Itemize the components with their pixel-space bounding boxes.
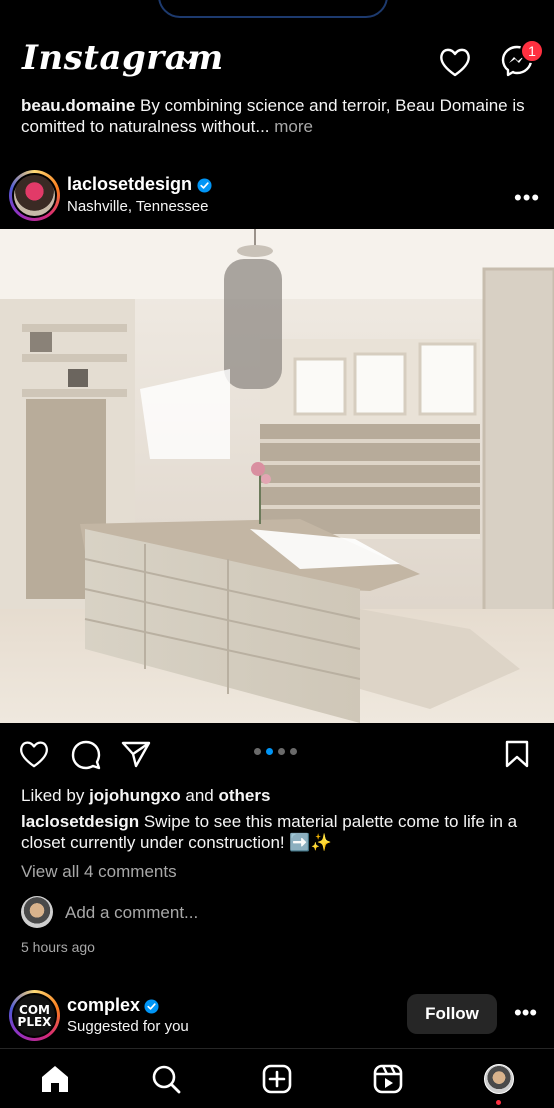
home-icon[interactable] <box>39 1063 71 1095</box>
notification-badge: 1 <box>520 39 544 63</box>
suggested-subtitle: Suggested for you <box>67 1018 189 1035</box>
add-comment-input[interactable]: Add a comment... <box>65 903 198 923</box>
create-icon[interactable] <box>261 1063 293 1095</box>
post-username[interactable]: laclosetdesign <box>67 174 192 195</box>
reels-icon[interactable] <box>372 1063 404 1095</box>
heart-icon[interactable] <box>438 46 472 78</box>
carousel-dot <box>290 748 297 755</box>
post-header: laclosetdesign Nashville, Tennessee ••• <box>0 168 554 224</box>
carousel-dot <box>278 748 285 755</box>
more-link[interactable]: more <box>274 117 313 136</box>
add-comment-row[interactable]: Add a comment... <box>21 896 541 930</box>
avatar <box>14 175 55 216</box>
bookmark-icon[interactable] <box>504 739 530 769</box>
post-image[interactable] <box>0 229 554 723</box>
like-heart-icon[interactable] <box>18 739 50 769</box>
search-icon[interactable] <box>150 1063 182 1095</box>
likes-summary[interactable]: Liked by jojohungxo and others <box>21 786 270 806</box>
liked-by-and: and <box>185 786 214 805</box>
device-notch <box>158 0 388 18</box>
view-comments-link[interactable]: View all 4 comments <box>21 862 177 882</box>
liked-by-others[interactable]: others <box>219 786 271 805</box>
comment-icon[interactable] <box>70 739 102 771</box>
verified-badge-icon <box>144 999 159 1014</box>
complex-logo: COM PLEX <box>14 995 55 1036</box>
suggested-username[interactable]: complex <box>67 995 140 1016</box>
story-ring[interactable]: COM PLEX <box>9 990 60 1041</box>
bottom-nav <box>0 1048 554 1108</box>
top-bar: Instagram 1 <box>0 30 554 94</box>
post-actions <box>0 735 554 775</box>
profile-avatar[interactable] <box>484 1064 514 1094</box>
liked-by-prefix: Liked by <box>21 786 85 805</box>
follow-button[interactable]: Follow <box>407 994 497 1034</box>
post-location[interactable]: Nashville, Tennessee <box>67 198 208 215</box>
carousel-dot-active <box>266 748 273 755</box>
previous-post-caption: beau.domaine By combining science and te… <box>21 95 541 137</box>
post-caption: laclosetdesign Swipe to see this materia… <box>21 811 541 853</box>
previous-post-username[interactable]: beau.domaine <box>21 96 135 115</box>
share-icon[interactable] <box>120 739 152 769</box>
carousel-indicator <box>254 748 297 755</box>
more-options-icon[interactable]: ••• <box>514 1000 537 1026</box>
more-options-icon[interactable]: ••• <box>514 185 540 211</box>
carousel-dot <box>254 748 261 755</box>
liked-by-user[interactable]: jojohungxo <box>89 786 181 805</box>
caption-username[interactable]: laclosetdesign <box>21 812 139 831</box>
post-timestamp: 5 hours ago <box>21 939 95 955</box>
current-user-avatar <box>21 896 53 928</box>
story-ring[interactable] <box>9 170 60 221</box>
profile-notification-dot <box>496 1100 501 1105</box>
closet-photo <box>0 229 554 723</box>
suggested-post-header: COM PLEX complex Suggested for you Follo… <box>0 988 554 1044</box>
verified-badge-icon <box>197 178 212 193</box>
chevron-down-icon[interactable] <box>180 54 196 66</box>
